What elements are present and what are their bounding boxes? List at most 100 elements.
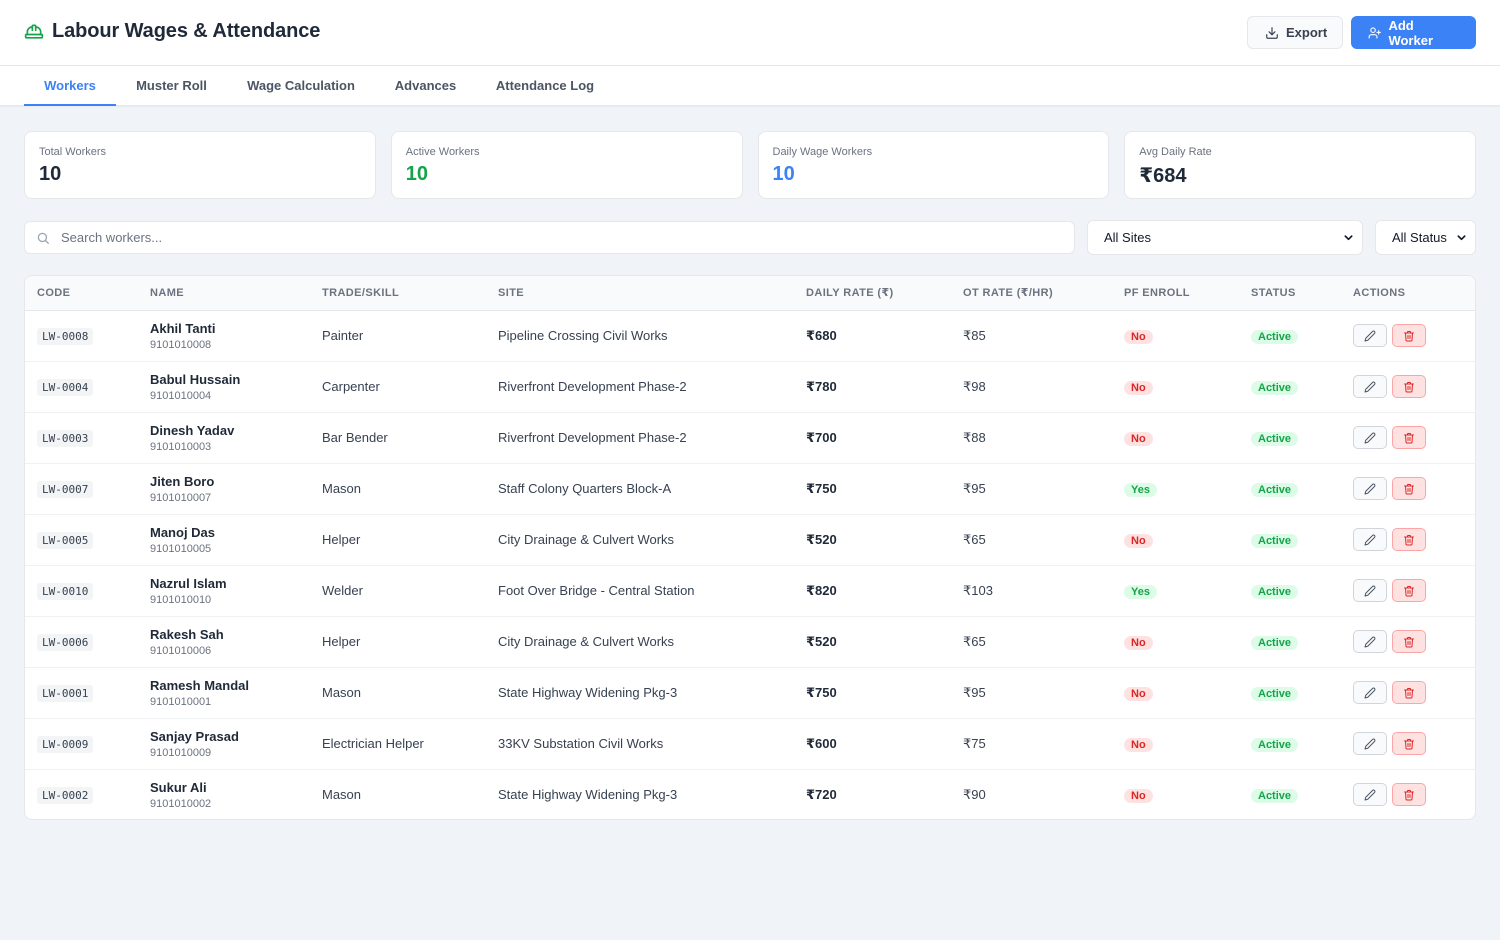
tab-attendance-log[interactable]: Attendance Log: [476, 66, 614, 106]
column-header-daily-rate[interactable]: DAILY RATE (₹): [794, 276, 951, 311]
worker-name[interactable]: Rakesh Sah: [150, 627, 310, 642]
status-cell: Active: [1239, 565, 1341, 616]
delete-button[interactable]: [1392, 528, 1426, 551]
stat-card-total-workers: Total Workers 10: [24, 131, 376, 199]
pencil-icon: [1364, 432, 1376, 444]
worker-code: LW-0003: [37, 430, 94, 447]
worker-name[interactable]: Jiten Boro: [150, 474, 310, 489]
add-worker-button[interactable]: Add Worker: [1351, 16, 1476, 49]
trade-cell: Mason: [322, 685, 362, 700]
stat-value: 10: [39, 163, 62, 185]
worker-phone: 9101010003: [150, 440, 212, 453]
table-row[interactable]: LW-0006 Rakesh Sah 9101010006 Helper City Dr…: [25, 616, 1475, 667]
column-header-status[interactable]: STATUS: [1239, 276, 1341, 311]
column-header-ot-rate[interactable]: OT RATE (₹/HR): [951, 276, 1112, 311]
status-badge: Active: [1251, 533, 1299, 548]
table-row[interactable]: LW-0003 Dinesh Yadav 9101010003 Bar Bender R…: [25, 412, 1475, 463]
export-button[interactable]: Export: [1247, 16, 1343, 49]
edit-button[interactable]: [1353, 324, 1387, 347]
worker-name[interactable]: Nazrul Islam: [150, 576, 310, 591]
name-cell: Ramesh Mandal 9101010001: [138, 667, 310, 718]
stat-value: ₹684: [1139, 165, 1187, 187]
column-header-trade[interactable]: TRADE/SKILL: [310, 276, 486, 311]
code-cell: LW-0003: [25, 412, 138, 463]
edit-button[interactable]: [1353, 681, 1387, 704]
status-cell: Active: [1239, 769, 1341, 819]
code-cell: LW-0004: [25, 361, 138, 412]
stat-label: Total Workers: [39, 146, 107, 158]
trade-cell: Mason: [322, 481, 362, 496]
table-row[interactable]: LW-0008 Akhil Tanti 9101010008 Painter Pipel…: [25, 310, 1475, 361]
edit-button[interactable]: [1353, 630, 1387, 653]
table-row[interactable]: LW-0007 Jiten Boro 9101010007 Mason Staff Co…: [25, 463, 1475, 514]
table-row[interactable]: LW-0005 Manoj Das 9101010005 Helper City Dra…: [25, 514, 1475, 565]
site-cell: City Drainage & Culvert Works: [498, 634, 675, 649]
tab-muster-roll[interactable]: Muster Roll: [116, 66, 227, 106]
tab-workers[interactable]: Workers: [24, 66, 116, 106]
search-icon: [37, 232, 49, 244]
column-header-name[interactable]: NAME: [138, 276, 310, 311]
stat-label: Daily Wage Workers: [772, 146, 873, 158]
worker-code: LW-0005: [37, 532, 94, 549]
pf-cell: No: [1112, 718, 1239, 769]
worker-name[interactable]: Sukur Ali: [150, 780, 310, 795]
delete-button[interactable]: [1392, 681, 1426, 704]
pf-badge: No: [1124, 329, 1153, 344]
hard-hat-icon: [24, 22, 44, 42]
status-badge: Active: [1251, 482, 1299, 497]
column-header-pf-enroll[interactable]: PF ENROLL: [1112, 276, 1239, 311]
edit-button[interactable]: [1353, 528, 1387, 551]
daily-rate-cell: ₹700: [806, 429, 837, 445]
status-select-value: All Status: [1392, 230, 1447, 245]
pencil-icon: [1364, 330, 1376, 342]
status-cell: Active: [1239, 310, 1341, 361]
name-cell: Manoj Das 9101010005: [138, 514, 310, 565]
edit-button[interactable]: [1353, 375, 1387, 398]
status-cell: Active: [1239, 412, 1341, 463]
delete-button[interactable]: [1392, 630, 1426, 653]
edit-button[interactable]: [1353, 732, 1387, 755]
delete-button[interactable]: [1392, 579, 1426, 602]
trash-icon: [1403, 534, 1415, 546]
worker-name[interactable]: Akhil Tanti: [150, 321, 310, 336]
search-input[interactable]: [61, 222, 1061, 253]
daily-rate-cell: ₹600: [806, 735, 837, 751]
worker-name[interactable]: Manoj Das: [150, 525, 310, 540]
status-select[interactable]: All Status: [1375, 220, 1476, 255]
table-row[interactable]: LW-0004 Babul Hussain 9101010004 Carpenter R…: [25, 361, 1475, 412]
actions-cell: [1341, 616, 1475, 667]
column-header-site[interactable]: SITE: [486, 276, 794, 311]
edit-button[interactable]: [1353, 426, 1387, 449]
table-row[interactable]: LW-0010 Nazrul Islam 9101010010 Welder Foot …: [25, 565, 1475, 616]
worker-phone: 9101010009: [150, 746, 212, 759]
delete-button[interactable]: [1392, 732, 1426, 755]
edit-button[interactable]: [1353, 477, 1387, 500]
ot-rate-cell: ₹95: [963, 480, 986, 496]
column-header-code[interactable]: CODE: [25, 276, 138, 311]
workers-table-card: CODE NAME TRADE/SKILL SITE DAILY RATE (₹…: [24, 275, 1476, 820]
table-row[interactable]: LW-0001 Ramesh Mandal 9101010001 Mason State…: [25, 667, 1475, 718]
delete-button[interactable]: [1392, 426, 1426, 449]
delete-button[interactable]: [1392, 783, 1426, 807]
table-row[interactable]: LW-0002 Sukur Ali 9101010002 Mason State Hig…: [25, 769, 1475, 819]
edit-button[interactable]: [1353, 579, 1387, 602]
worker-name[interactable]: Babul Hussain: [150, 372, 310, 387]
trade-cell: Carpenter: [322, 379, 380, 394]
tab-advances[interactable]: Advances: [375, 66, 476, 106]
site-select[interactable]: All Sites: [1087, 220, 1363, 255]
delete-button[interactable]: [1392, 477, 1426, 500]
site-cell: 33KV Substation Civil Works: [498, 736, 664, 751]
workers-table: CODE NAME TRADE/SKILL SITE DAILY RATE (₹…: [25, 276, 1475, 819]
pf-badge: Yes: [1124, 584, 1157, 599]
delete-button[interactable]: [1392, 375, 1426, 398]
status-badge: Active: [1251, 380, 1299, 395]
worker-name[interactable]: Dinesh Yadav: [150, 423, 310, 438]
pf-badge: No: [1124, 686, 1153, 701]
edit-button[interactable]: [1353, 783, 1387, 807]
delete-button[interactable]: [1392, 324, 1426, 347]
worker-name[interactable]: Sanjay Prasad: [150, 729, 310, 744]
header-actions: Export Add Worker: [1247, 16, 1476, 49]
tab-wage-calculation[interactable]: Wage Calculation: [227, 66, 375, 106]
table-row[interactable]: LW-0009 Sanjay Prasad 9101010009 Electricia…: [25, 718, 1475, 769]
worker-name[interactable]: Ramesh Mandal: [150, 678, 310, 693]
